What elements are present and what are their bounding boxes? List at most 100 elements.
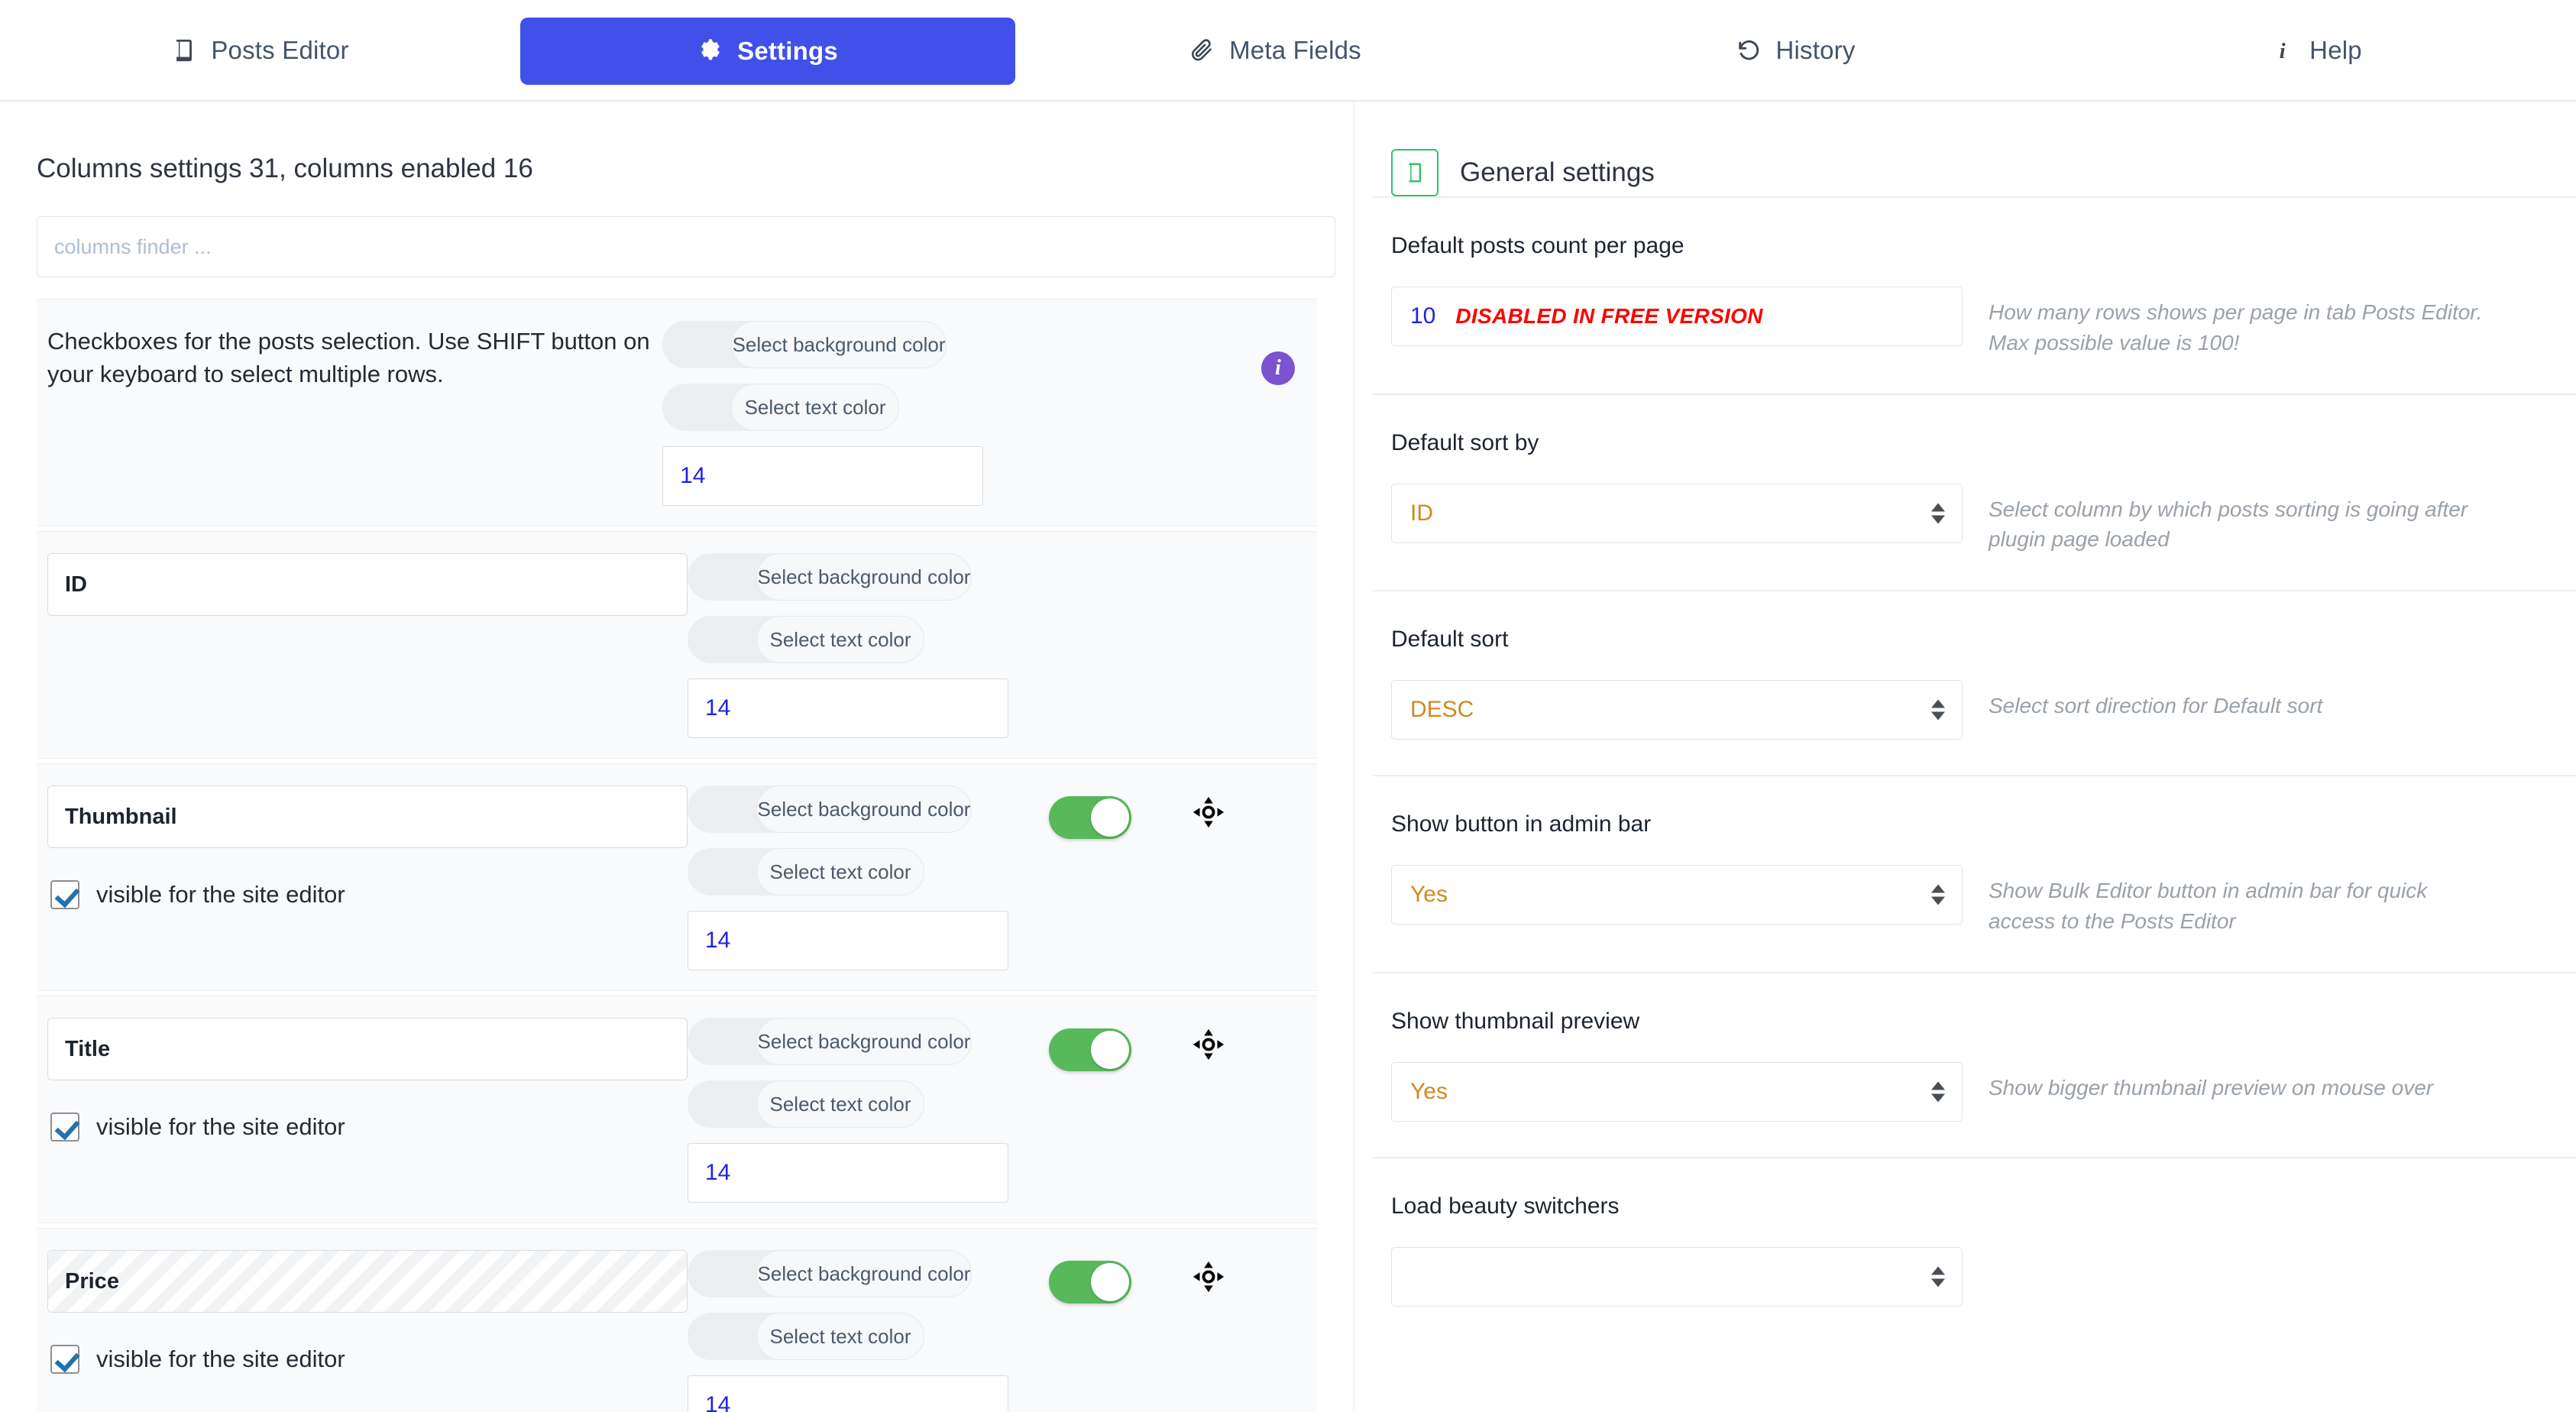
- setting-value: ID: [1410, 500, 1433, 526]
- select-text-color-button-4[interactable]: Select text color: [688, 1313, 924, 1360]
- svg-text:i: i: [2280, 39, 2286, 63]
- default-sort-select[interactable]: DESC: [1391, 680, 1963, 740]
- visible-for-site-editor-3[interactable]: visible for the site editor: [47, 1112, 688, 1142]
- show-thumbnail-preview-select[interactable]: Yes: [1391, 1061, 1963, 1122]
- color-swatch[interactable]: [688, 1313, 761, 1360]
- move-handle-icon[interactable]: [1191, 795, 1226, 834]
- column-row-controls: Select background color Select text colo…: [688, 1018, 1008, 1203]
- setting-body: Yes Show bigger thumbnail preview on mou…: [1391, 1061, 2539, 1122]
- column-row-controls: Select background color Select text colo…: [688, 785, 1008, 970]
- select-text-color-button-1[interactable]: Select text color: [688, 616, 924, 663]
- color-swatch[interactable]: [688, 785, 761, 833]
- setting-label: Show button in admin bar: [1391, 811, 1652, 837]
- select-text-color-button-0[interactable]: Select text color: [662, 384, 900, 431]
- font-size-input-1[interactable]: 14: [688, 678, 1008, 738]
- chevron-updown-icon[interactable]: [1931, 1081, 1945, 1102]
- setting-body: Yes Show Bulk Editor button in admin bar…: [1391, 865, 2539, 937]
- font-size-input-0[interactable]: 14: [662, 446, 984, 506]
- setting-hint: How many rows shows per page in tab Post…: [1989, 300, 2483, 355]
- tab-help-label: Help: [2309, 35, 2362, 64]
- info-slot: [1244, 1018, 1317, 1048]
- chevron-updown-icon[interactable]: [1931, 884, 1945, 905]
- select-background-color-button-2[interactable]: Select background color: [688, 785, 972, 833]
- setting-hint: Select sort direction for Default sort: [1989, 694, 2323, 717]
- toggle-slot: [1008, 785, 1173, 839]
- column-row-left: Checkboxes for the posts selection. Use …: [37, 321, 662, 391]
- column-enabled-toggle-3[interactable]: [1049, 1028, 1132, 1071]
- color-swatch[interactable]: [662, 321, 736, 368]
- color-swatch[interactable]: [662, 384, 736, 431]
- load-beauty-switchers-select[interactable]: [1391, 1246, 1963, 1307]
- column-enabled-toggle-2[interactable]: [1049, 796, 1132, 839]
- select-text-color-button-2[interactable]: Select text color: [688, 848, 924, 895]
- default-posts-count-input[interactable]: 10 DISABLED IN FREE VERSION: [1391, 287, 1963, 346]
- font-size-input-2[interactable]: 14: [688, 911, 1008, 970]
- column-row-title: Title visible for the site editor Select…: [37, 996, 1317, 1223]
- select-background-color-button-1[interactable]: Select background color: [688, 553, 972, 601]
- select-background-color-label: Select background color: [756, 785, 972, 833]
- visible-for-site-editor-2[interactable]: visible for the site editor: [47, 880, 688, 909]
- visible-for-site-editor-label: visible for the site editor: [96, 1346, 345, 1372]
- setting-show-button-admin-bar: Show button in admin bar Yes Show Bulk E…: [1373, 775, 2576, 972]
- columns-rows: Checkboxes for the posts selection. Use …: [0, 277, 1354, 1412]
- gear-icon: [697, 38, 723, 64]
- info-slot: [1244, 785, 1317, 816]
- select-background-color-button-3[interactable]: Select background color: [688, 1018, 972, 1065]
- select-text-color-button-3[interactable]: Select text color: [688, 1080, 924, 1128]
- select-background-color-button-0[interactable]: Select background color: [662, 321, 947, 368]
- select-text-color-label: Select text color: [756, 1080, 924, 1128]
- info-slot: [1244, 1250, 1317, 1281]
- default-sort-by-select[interactable]: ID: [1391, 483, 1963, 543]
- font-size-input-4[interactable]: 14: [688, 1375, 1008, 1412]
- color-swatch[interactable]: [688, 1080, 761, 1128]
- tab-settings-label: Settings: [737, 36, 838, 65]
- tab-settings[interactable]: Settings: [520, 0, 1015, 100]
- tab-settings-pill[interactable]: Settings: [520, 17, 1015, 85]
- move-handle-icon[interactable]: [1191, 1027, 1226, 1066]
- setting-value: Yes: [1410, 882, 1448, 907]
- toggle-slot: [1008, 553, 1173, 564]
- checkbox-checked-icon[interactable]: [50, 1112, 79, 1142]
- toggle-knob: [1091, 798, 1130, 837]
- tab-history[interactable]: History: [1536, 0, 2056, 100]
- info-badge-icon[interactable]: i: [1260, 351, 1295, 385]
- checkboxes-description: Checkboxes for the posts selection. Use …: [47, 328, 650, 387]
- color-swatch[interactable]: [688, 553, 761, 601]
- chevron-updown-icon[interactable]: [1931, 699, 1945, 721]
- visible-for-site-editor-label: visible for the site editor: [96, 881, 345, 908]
- setting-hint: Select column by which posts sorting is …: [1989, 497, 2468, 552]
- select-background-color-button-4[interactable]: Select background color: [688, 1250, 972, 1297]
- visible-for-site-editor-4[interactable]: visible for the site editor: [47, 1345, 688, 1374]
- setting-hint: Show Bulk Editor button in admin bar for…: [1989, 879, 2428, 933]
- checkbox-checked-icon[interactable]: [50, 1345, 79, 1374]
- show-button-admin-bar-select[interactable]: Yes: [1391, 865, 1963, 925]
- toggle-slot: [1008, 1018, 1173, 1071]
- column-name-input-4[interactable]: Price: [47, 1250, 688, 1313]
- info-icon: i: [2270, 37, 2296, 63]
- handle-slot: [1160, 321, 1238, 330]
- column-name-input-3[interactable]: Title: [47, 1018, 688, 1080]
- general-settings-panel: General settings Default posts count per…: [1354, 102, 2576, 1412]
- move-handle-icon[interactable]: [1191, 1259, 1226, 1298]
- color-swatch[interactable]: [688, 616, 761, 663]
- select-background-color-label: Select background color: [756, 1250, 972, 1297]
- tab-help[interactable]: i Help: [2056, 0, 2576, 100]
- setting-value: Yes: [1410, 1078, 1448, 1104]
- main-tab-bar: Posts Editor Settings Meta Fields Histor…: [0, 0, 2576, 102]
- column-name-input-2[interactable]: Thumbnail: [47, 785, 688, 848]
- chevron-updown-icon[interactable]: [1931, 503, 1945, 523]
- column-row-id: ID Select background color Select text c…: [37, 531, 1317, 759]
- color-swatch[interactable]: [688, 1018, 761, 1065]
- paperclip-icon: [1189, 37, 1215, 63]
- tab-posts-editor[interactable]: Posts Editor: [0, 0, 520, 100]
- font-size-input-3[interactable]: 14: [688, 1143, 1008, 1203]
- columns-finder-input[interactable]: columns finder ...: [37, 216, 1335, 277]
- setting-body: DESC Select sort direction for Default s…: [1391, 680, 2539, 740]
- checkbox-checked-icon[interactable]: [50, 880, 79, 909]
- column-name-input-1[interactable]: ID: [47, 553, 688, 616]
- color-swatch[interactable]: [688, 848, 761, 895]
- color-swatch[interactable]: [688, 1250, 761, 1297]
- column-enabled-toggle-4[interactable]: [1049, 1261, 1132, 1304]
- tab-meta-fields[interactable]: Meta Fields: [1015, 0, 1536, 100]
- chevron-updown-icon[interactable]: [1931, 1266, 1945, 1287]
